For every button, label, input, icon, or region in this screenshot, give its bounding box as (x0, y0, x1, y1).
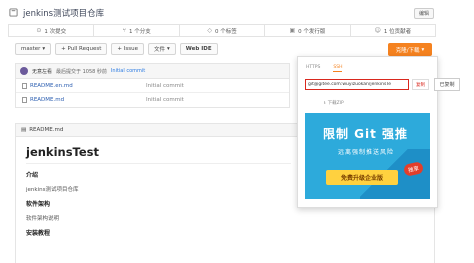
download-zip-label: 下载ZIP (327, 101, 344, 106)
repo-toolbar: master ▾ + Pull Request + Issue 文件 ▾ Web I… (15, 43, 218, 55)
latest-commit-row: 无意左看 最后提交于 1058 秒前 Initial commit (16, 64, 289, 79)
stat-tags[interactable]: ◇ 0 个标签 (180, 25, 266, 36)
file-icon (22, 82, 27, 89)
readme-title: jenkinsTest (26, 145, 291, 164)
clone-url-input[interactable] (305, 79, 409, 90)
web-ide-button[interactable]: Web IDE (179, 43, 218, 55)
repo-title-row: jenkins测试项目仓库 (9, 7, 104, 19)
pull-request-button[interactable]: + Pull Request (55, 43, 108, 55)
contributor-icon: ☺ (374, 27, 381, 34)
download-icon: ⭳ (324, 101, 326, 106)
file-label: 文件 (153, 47, 165, 53)
stat-commits[interactable]: ⊙ 1 次提交 (9, 25, 95, 36)
stat-label: 1 位贡献者 (383, 28, 412, 35)
stat-label: 0 个发行版 (298, 28, 326, 35)
file-name-cell[interactable]: README.md (16, 97, 146, 103)
avatar[interactable] (20, 67, 28, 75)
branch-select[interactable]: master ▾ (15, 43, 52, 55)
release-icon: ▣ (289, 27, 296, 34)
file-commit-message[interactable]: Initial commit (146, 83, 184, 89)
copy-url-button[interactable]: 复制 (412, 79, 429, 90)
readme-paragraph: 软件架构说明 (26, 216, 60, 222)
readme-filename: README.md (29, 127, 64, 133)
stat-contributors[interactable]: ☺ 1 位贡献者 (351, 25, 435, 36)
download-zip-link[interactable]: ⭳ 下载ZIP (324, 99, 344, 107)
file-row[interactable]: README.md Initial commit (16, 93, 289, 107)
repo-icon (9, 7, 18, 19)
clone-dropdown: HTTPS SSH 复制 ⭳ 下载ZIP 限制 Git 强推 远离强制推送风险 … (297, 56, 438, 208)
file-name[interactable]: README.md (30, 97, 64, 103)
stat-label: 1 个分支 (129, 28, 151, 35)
copied-button[interactable]: 已复制 (434, 78, 460, 91)
issue-button[interactable]: + Issue (111, 43, 144, 55)
file-row[interactable]: README.en.md Initial commit (16, 79, 289, 93)
ad-upgrade-button[interactable]: 免费升级企业版 (326, 170, 398, 185)
file-menu-button[interactable]: 文件 ▾ (147, 43, 176, 55)
branch-icon: ⑂ (122, 27, 127, 34)
protocol-tabs: HTTPS SSH (306, 65, 343, 72)
clone-download-label: 克隆/下载 (395, 47, 420, 54)
chevron-down-icon: ▾ (42, 46, 46, 52)
book-icon: ▤ (21, 127, 27, 133)
commit-icon: ⊙ (36, 27, 42, 34)
tab-ssh[interactable]: SSH (333, 65, 343, 72)
stat-branches[interactable]: ⑂ 1 个分支 (94, 25, 180, 36)
file-table: 无意左看 最后提交于 1058 秒前 Initial commit README… (15, 63, 290, 108)
repo-title[interactable]: jenkins测试项目仓库 (23, 7, 104, 19)
tag-icon: ◇ (207, 27, 212, 34)
ad-banner[interactable]: 限制 Git 强推 远离强制推送风险 免费升级企业版 独享 (305, 113, 430, 199)
chevron-down-icon: ▾ (167, 46, 170, 52)
commit-message[interactable]: Initial commit (111, 68, 145, 74)
readme-heading: 安装教程 (26, 230, 51, 237)
tab-https[interactable]: HTTPS (306, 65, 320, 72)
ad-title: 限制 Git 强推 (323, 127, 409, 141)
file-commit-message[interactable]: Initial commit (146, 97, 184, 103)
file-name-cell[interactable]: README.en.md (16, 82, 146, 89)
ad-subtitle: 远离强制推送风险 (338, 149, 395, 156)
clone-download-button[interactable]: 克隆/下载 ▾ (388, 43, 432, 56)
branch-label: master (21, 46, 41, 52)
stat-label: 1 次提交 (44, 28, 67, 35)
stat-label: 0 个标签 (214, 28, 237, 35)
edit-button[interactable]: 编辑 (414, 8, 434, 19)
commit-author[interactable]: 无意左看 (32, 68, 52, 75)
stat-releases[interactable]: ▣ 0 个发行版 (265, 25, 351, 36)
repo-stats-bar: ⊙ 1 次提交 ⑂ 1 个分支 ◇ 0 个标签 ▣ 0 个发行版 ☺ 1 位贡献者 (8, 24, 436, 37)
file-name[interactable]: README.en.md (30, 83, 73, 89)
file-icon (22, 97, 27, 103)
commit-time: 最后提交于 1058 秒前 (56, 68, 107, 75)
chevron-down-icon: ▾ (421, 46, 425, 53)
